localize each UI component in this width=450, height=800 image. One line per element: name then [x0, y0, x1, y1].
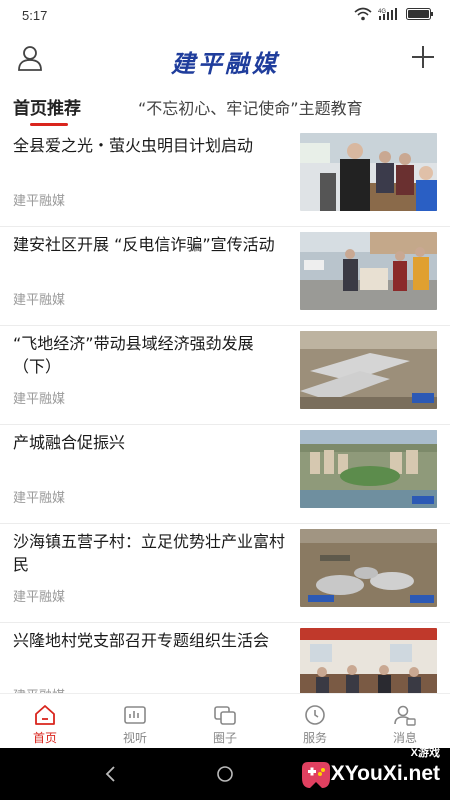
nav-home[interactable]: 首页: [0, 694, 90, 749]
tab-theme-education[interactable]: “不忘初心、牢记使命”主题教育: [138, 95, 363, 119]
news-thumbnail[interactable]: [300, 628, 437, 693]
news-list: 全县爱之光・萤火虫明目计划启动 建平融媒 建安社区开展 “反电信诈骗”宣传活动: [0, 128, 450, 693]
news-thumbnail[interactable]: [300, 331, 437, 409]
watermark-small-text: X游戏: [410, 747, 440, 759]
gamepad-logo-icon: [302, 762, 330, 788]
app-header: 建平融媒: [0, 32, 450, 86]
message-icon: [394, 705, 416, 726]
back-icon[interactable]: [104, 765, 118, 783]
news-title[interactable]: 兴隆地村党支部召开专题组织生活会: [13, 629, 285, 652]
status-bar: 5:17 4G: [0, 0, 450, 32]
news-item[interactable]: 产城融合促振兴 建平融媒: [0, 425, 450, 524]
news-source: 建平融媒: [13, 685, 65, 693]
nav-label: 视听: [122, 731, 147, 745]
news-item[interactable]: 全县爱之光・萤火虫明目计划启动 建平融媒: [0, 128, 450, 227]
wifi-icon: [354, 7, 372, 21]
tab-active-indicator: [30, 123, 68, 126]
news-source: 建平融媒: [13, 590, 66, 605]
news-thumbnail[interactable]: [300, 529, 437, 607]
nav-label: 首页: [32, 731, 57, 745]
news-title[interactable]: “飞地经济”带动县域经济强劲发展（下）: [13, 332, 285, 378]
category-tab-bar: 首页推荐 “不忘初心、牢记使命”主题教育: [0, 86, 450, 128]
network-label: 4G: [378, 9, 386, 15]
home-icon: [35, 705, 55, 725]
news-thumbnail[interactable]: [300, 232, 437, 310]
status-time: 5:17: [22, 8, 48, 23]
home-button-icon[interactable]: [216, 765, 234, 783]
news-source: 建平融媒: [13, 194, 66, 209]
circle-icon: [214, 706, 236, 725]
clock-icon: [305, 705, 325, 725]
news-item[interactable]: 建安社区开展 “反电信诈骗”宣传活动 建平融媒: [0, 227, 450, 326]
news-thumbnail[interactable]: [300, 430, 437, 508]
signal-icon: 4G: [378, 8, 397, 20]
watermark-text: XYouXi.net: [330, 762, 440, 785]
nav-media[interactable]: 视听: [90, 694, 180, 749]
app-title: 建平融媒: [171, 49, 279, 78]
media-icon: [124, 706, 146, 724]
news-source: 建平融媒: [13, 491, 66, 506]
tab-home-recommend[interactable]: 首页推荐: [13, 94, 81, 119]
battery-icon: [406, 8, 433, 20]
watermark: X游戏 XYouXi.net: [284, 740, 444, 798]
news-title[interactable]: 全县爱之光・萤火虫明目计划启动: [13, 134, 285, 157]
news-thumbnail[interactable]: [300, 133, 437, 211]
news-item[interactable]: 兴隆地村党支部召开专题组织生活会 建平融媒: [0, 623, 450, 693]
nav-label: 圈子: [212, 731, 237, 745]
news-source: 建平融媒: [13, 392, 66, 407]
status-icons: 4G: [354, 7, 434, 21]
add-icon[interactable]: [410, 44, 436, 70]
nav-circle[interactable]: 圈子: [180, 694, 270, 749]
news-item[interactable]: 沙海镇五营子村：立足优势壮产业富村民 建平融媒: [0, 524, 450, 623]
news-title[interactable]: 建安社区开展 “反电信诈骗”宣传活动: [13, 233, 285, 256]
news-source: 建平融媒: [13, 293, 66, 308]
news-title[interactable]: 沙海镇五营子村：立足优势壮产业富村民: [13, 530, 285, 576]
news-title[interactable]: 产城融合促振兴: [13, 431, 285, 454]
news-item[interactable]: “飞地经济”带动县域经济强劲发展（下） 建平融媒: [0, 326, 450, 425]
